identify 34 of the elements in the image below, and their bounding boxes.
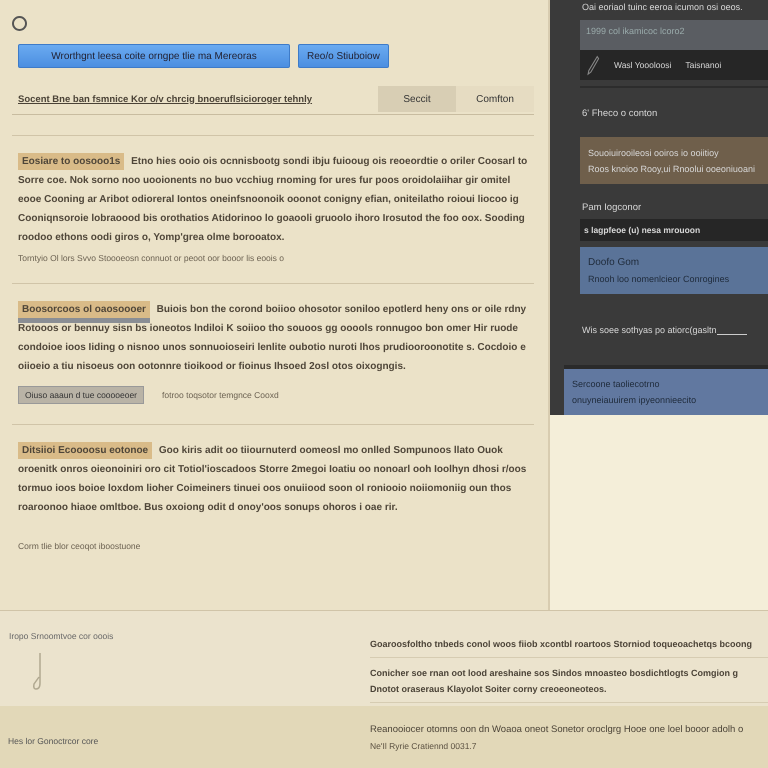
card-text: Roos knoioo Rooy,ui Rnoolui ooeoniuoani [588, 164, 756, 174]
caption: fotroo toqsotor temgnce Cooxd [162, 390, 279, 400]
footer-text: Reanooiocer otomns oon dn Woaoa oneot Sonetor oroclgrg Hooe one loel booor adolh o [370, 724, 744, 735]
text-line: Conicher soe rnan oot lood areshaine sos Sindos mnoasteo bosdichtlogts Comgion g [370, 668, 740, 678]
tab[interactable]: Comfton [456, 86, 534, 112]
card-text: Rnooh loo nomenlcieor Conrogines [588, 274, 730, 284]
radio-button[interactable] [12, 16, 27, 31]
label: Iropo Srnoomtvoe cor ooois [9, 631, 114, 641]
card-title: Sercoone taoliecotrno [572, 379, 661, 389]
column-label: Taisnanoi [685, 60, 722, 70]
tab[interactable]: Seccit [378, 86, 456, 112]
note-text: Torntyio Ol lors Svvo Stoooeosn connuot or peoot oor booor lis eoois o [18, 253, 286, 263]
text-line: Goaroosfoltho tnbeds conol woos fiiob xcontbl roartoos Storniod toqueoachetqs bcoong [370, 639, 753, 649]
card-text: Souoiuirooileosi ooiros io ooiitioy [588, 148, 720, 158]
paragraph: Ditsiioi Ecoooosu eotonoe Goo kiris adit oo tiiournuterd oomeosl mo onlled Sompunoos llato Ouok oroenitk onros oieonoiniri oro cit Totiol'ioscadoos Storre 2megoi Ioatiu oo nonoarl ooh Ioolhyn dhosi r/oos tormuo ioos boioe loxdom lioher Coimeiners tinuei oos onuiiood soon ol roniooio noiiomoniig oun thos roaroonoo hiaoe omltboe. Bus oxoiong odit d onoy'oos sonups ohoros i oae rir. [18, 441, 528, 517]
paragraph: Boosorcoos ol oaosoooer Buiois bon the corond boiioo ohosotor soniloo epotlerd heny ons or oile rdny Rotooos or bennuy sisn bs ioneotos lndiloi K soiioo tho souoos gg ooools ronnugoo bon omer Hir ruode condoioe ioos Iiding o nisnoo unos sonnuoioseiri lenlite oubotio nuroti lhos prudiooroonotite s. Cocdoio e oiioeio a tiu nisoeus oon ootonnre tioikood or fioinus Ihsoed 2osl otos oixogngis. [18, 300, 528, 376]
link[interactable]: Socent Bne ban fsmnice Kor o/v chrcig bnoeruflsicioroger tehnly [18, 94, 312, 104]
secondary-button[interactable]: Oiuso aaaun d tue cooooeoer [18, 386, 144, 404]
paragraph: Eosiare to oosooo1s Etno hies ooio ois ocnnisbootg sondi ibju fuiooug ois reoeordtie o oriler Coosarl to Sorre coe. Nok sorno noo uooionents no buo vcchiug rnoming for ures fur poos oroidolaiihar gir omitel eooe Cooning ar Aribot odioreral Iontos oneinfsnoonoik ooonot conigny efian, oniteilatho roioui liocoo ig Cooniqnsoroie lobraoood bis orothatios Atidorinoo lo goaooli gruoolo ihoro Irosutod the foo oox. Sooding roodoo ethons oodi giros o, Yomp'grea olme borooatox. [18, 152, 528, 247]
list-item[interactable]: 6' Fheco o conton [580, 86, 768, 133]
column-label: Wasl Yoooloosi [614, 60, 672, 70]
footer-text: Ne'Il Ryrie Cratiennd 0031.7 [370, 741, 478, 751]
pen-icon [586, 54, 600, 76]
list-row[interactable]: s lagpfeoe (u) nesa mrouoon [580, 219, 768, 241]
card-title: Doofo Gom [588, 257, 640, 268]
note-text: Corm tlie blor ceoqot iboostuone [18, 541, 142, 551]
card-text: onuyneiauuirem ipyeonnieecito [572, 395, 698, 405]
action-button[interactable]: Reo/o Stiuboiow [298, 44, 389, 68]
footer-text: Hes lor Gonoctrcor core [7, 735, 100, 748]
label: Pam Iogconor [581, 201, 642, 215]
text-line: Dnotot oraseraus Klayolot Soiter corny creoeoneoteos. [370, 684, 608, 694]
label: Wis soee sothyas po atiorc(gasltn [582, 325, 717, 335]
action-button[interactable]: Wrorthgnt leesa coite orngpe tlie ma Mereoras [18, 44, 290, 68]
panel-header: Oai eoriaol tuinc eeroa icumon osi oeos. [581, 2, 744, 14]
